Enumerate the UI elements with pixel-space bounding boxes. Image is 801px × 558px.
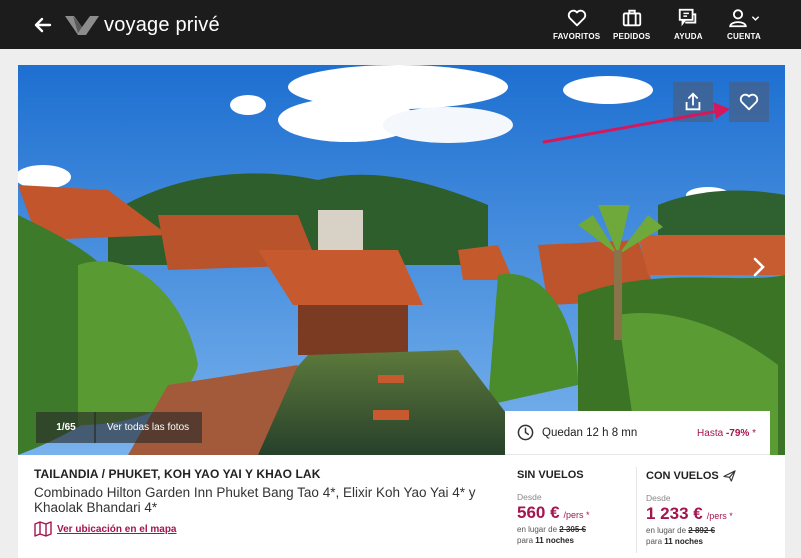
hero-photo[interactable]: 1/65 Ver todas las fotos [18, 65, 785, 455]
nav-label: FAVORITOS [553, 32, 601, 41]
per-person-label: /pers * [706, 511, 733, 521]
destination-title: TAILANDIA / PHUKET, KOH YAO YAI Y KHAO L… [34, 467, 321, 481]
from-label: Desde [517, 492, 542, 502]
voyage-prive-logo[interactable]: voyage privé [64, 12, 220, 38]
divider [636, 467, 637, 553]
share-button[interactable] [673, 82, 713, 122]
per-person-label: /pers * [563, 510, 590, 520]
help-chat-icon [679, 8, 697, 27]
offer-card[interactable]: 1/65 Ver todas las fotos TAILANDIA / PHU… [18, 65, 785, 558]
map-link[interactable]: Ver ubicación en el mapa [34, 521, 494, 537]
favorite-button[interactable] [729, 82, 769, 122]
back-arrow-icon[interactable] [30, 12, 56, 38]
from-label: Desde [646, 493, 671, 503]
offer-info: TAILANDIA / PHUKET, KOH YAO YAI Y KHAO L… [34, 467, 494, 537]
price-without-flights[interactable]: SIN VUELOS Desde 560 € /pers * en lugar … [517, 469, 590, 545]
original-price-line: en lugar de 2 892 € [646, 526, 715, 535]
column-title: SIN VUELOS [517, 469, 584, 481]
share-icon [685, 92, 701, 111]
clock-icon [517, 424, 534, 441]
nav-cuenta[interactable]: CUENTA [727, 7, 761, 43]
logo-text: voyage privé [104, 13, 220, 36]
airplane-icon [723, 470, 736, 482]
countdown-timer: Quedan 12 h 8 mn [517, 424, 637, 441]
heart-icon [567, 9, 586, 27]
original-price-line: en lugar de 2 305 € [517, 525, 586, 534]
map-icon [34, 521, 52, 537]
suitcase-icon [622, 9, 641, 27]
photo-counter: 1/65 [36, 412, 96, 443]
heart-icon [739, 93, 759, 111]
divider [505, 454, 770, 455]
nights-line: para 11 noches [517, 536, 574, 545]
discount-badge: Hasta -79% * [697, 428, 756, 439]
price-value: 1 233 € [646, 504, 703, 523]
user-icon [729, 9, 748, 28]
countdown-text: Quedan 12 h 8 mn [542, 426, 638, 439]
map-link-label[interactable]: Ver ubicación en el mapa [57, 524, 177, 535]
next-photo-chevron-icon[interactable] [749, 255, 769, 279]
nights-line: para 11 noches [646, 537, 703, 546]
nav-pedidos[interactable]: PEDIDOS [613, 7, 650, 43]
chevron-down-icon [752, 15, 760, 21]
nav-label: AYUDA [674, 32, 703, 41]
nav-label: PEDIDOS [613, 32, 651, 41]
top-navigation-bar: voyage privé FAVORITOS PEDIDOS AYUDA CUE… [0, 0, 801, 49]
resort-photo-illustration [18, 65, 785, 455]
nav-label: CUENTA [727, 32, 761, 41]
view-all-photos-button[interactable]: Ver todas las fotos [94, 412, 202, 443]
nav-ayuda[interactable]: AYUDA [674, 7, 703, 43]
nav-favoritos[interactable]: FAVORITOS [553, 7, 600, 43]
logo-mark-icon [65, 16, 99, 35]
price-panel: Quedan 12 h 8 mn Hasta -79% * SIN VUELOS… [505, 411, 770, 558]
price-with-flights[interactable]: CON VUELOS Desde 1 233 € /pers * en luga… [646, 469, 736, 546]
hotels-description: Combinado Hilton Garden Inn Phuket Bang … [34, 485, 476, 515]
price-value: 560 € [517, 503, 560, 522]
column-title: CON VUELOS [646, 469, 736, 482]
